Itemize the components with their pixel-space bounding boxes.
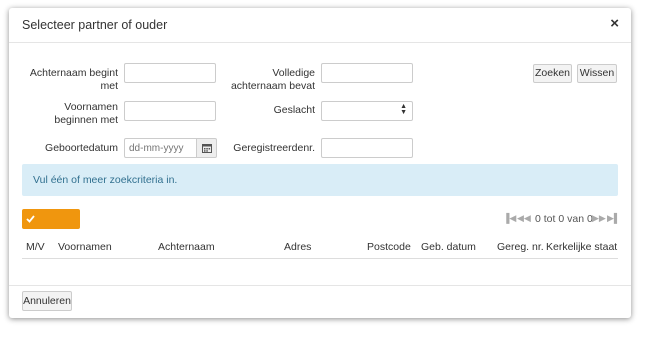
select-updown-icon: ▲ ▼ [400, 103, 407, 116]
gender-label: Geslacht [273, 104, 315, 116]
column-header-church-status[interactable]: Kerkelijke staat [546, 241, 617, 253]
column-header-lastname[interactable]: Achternaam [158, 241, 215, 253]
registered-nr-input[interactable] [321, 138, 413, 158]
column-header-gender[interactable]: M/V [26, 241, 45, 253]
clear-button[interactable]: Wissen [577, 64, 617, 83]
cancel-button[interactable]: Annuleren [22, 291, 72, 311]
full-lastname-contains-label: Volledige achternaam bevat [230, 67, 315, 92]
birthdate-label: Geboortedatum [45, 142, 118, 154]
table-header-divider [22, 258, 618, 259]
next-page-icon[interactable]: ▶▶ [592, 213, 606, 224]
column-header-postcode[interactable]: Postcode [367, 241, 411, 253]
column-header-address[interactable]: Adres [284, 241, 311, 253]
full-lastname-contains-input[interactable] [321, 63, 413, 83]
search-button[interactable]: Zoeken [533, 64, 572, 83]
last-page-icon[interactable]: ▶▌ [607, 213, 620, 224]
firstnames-start-label: Voornamen beginnen met [54, 101, 118, 126]
previous-page-icon[interactable]: ◀◀ [517, 213, 531, 224]
first-page-icon[interactable]: ▐◀ [503, 213, 516, 224]
column-header-birthdate[interactable]: Geb. datum [421, 241, 476, 253]
pager-text: 0 tot 0 van 0 [535, 213, 593, 225]
lastname-starts-label: Achternaam begint met [29, 67, 118, 92]
gender-select[interactable]: ▲ ▼ [321, 101, 413, 121]
column-header-registered-nr[interactable]: Gereg. nr. [497, 241, 544, 253]
firstnames-start-input[interactable] [124, 101, 216, 121]
select-partner-dialog: Selecteer partner of ouder × Achternaam … [9, 8, 631, 318]
registered-nr-label: Geregistreerdenr. [233, 142, 315, 154]
close-button[interactable]: × [610, 16, 619, 31]
footer-divider [9, 285, 631, 286]
calendar-icon [201, 144, 212, 153]
lastname-starts-input[interactable] [124, 63, 216, 83]
dialog-title: Selecteer partner of ouder [22, 18, 168, 32]
pagination: ▐◀ ◀◀ 0 tot 0 van 0 ▶▶ ▶▌ [503, 213, 620, 227]
birthdate-input[interactable] [124, 138, 197, 158]
select-button[interactable]: Selecteer [22, 209, 80, 245]
info-alert: Vul één of meer zoekcriteria in. [22, 164, 618, 196]
dialog-header: Selecteer partner of ouder × [9, 8, 631, 43]
check-icon [26, 215, 35, 223]
column-header-firstnames[interactable]: Voornamen [58, 241, 112, 253]
calendar-button[interactable] [197, 138, 217, 158]
